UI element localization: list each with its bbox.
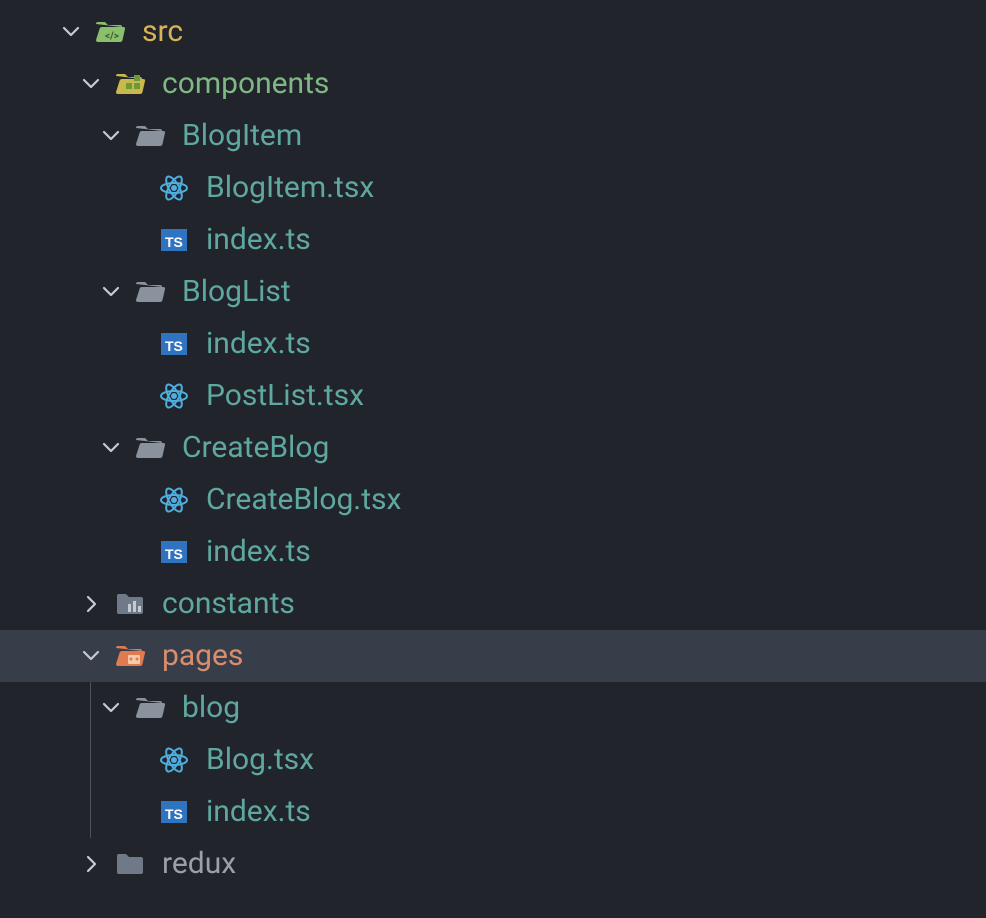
- tree-item-bloglist[interactable]: BlogList: [0, 266, 986, 318]
- tree-label: PostList.tsx: [206, 381, 364, 411]
- tree-item-redux[interactable]: redux: [0, 838, 986, 890]
- tree-item-blogitem[interactable]: BlogItem: [0, 110, 986, 162]
- tree-item-components[interactable]: components: [0, 58, 986, 110]
- tree-item-index-ts[interactable]: index.ts: [0, 318, 986, 370]
- folder-redux-icon: [114, 848, 146, 880]
- tree-item-constants[interactable]: constants: [0, 578, 986, 630]
- tree-item-postlist-tsx[interactable]: PostList.tsx: [0, 370, 986, 422]
- tree-label: CreateBlog: [182, 433, 329, 463]
- tree-label: index.ts: [206, 329, 311, 359]
- tree-item-index-ts[interactable]: index.ts: [0, 526, 986, 578]
- tree-label: index.ts: [206, 797, 311, 827]
- chevron-right-icon: [80, 593, 102, 615]
- tree-item-index-ts[interactable]: index.ts: [0, 214, 986, 266]
- chevron-down-icon: [100, 437, 122, 459]
- tree-item-blog-tsx[interactable]: Blog.tsx: [0, 734, 986, 786]
- react-icon: [158, 484, 190, 516]
- react-icon: [158, 380, 190, 412]
- react-icon: [158, 744, 190, 776]
- tree-item-index-ts[interactable]: index.ts: [0, 786, 986, 838]
- chevron-right-icon: [80, 853, 102, 875]
- chevron-down-icon: [100, 281, 122, 303]
- svg-text:</>: </>: [105, 31, 119, 42]
- folder-open-icon: [134, 276, 166, 308]
- react-icon: [158, 172, 190, 204]
- tree-label: pages: [162, 641, 243, 671]
- ts-icon: [158, 536, 190, 568]
- folder-open-icon: [134, 120, 166, 152]
- ts-icon: [158, 796, 190, 828]
- folder-constants-icon: [114, 588, 146, 620]
- ts-icon: [158, 328, 190, 360]
- tree-item-createblog[interactable]: CreateBlog: [0, 422, 986, 474]
- tree-item-blogitem-tsx[interactable]: BlogItem.tsx: [0, 162, 986, 214]
- ts-icon: [158, 224, 190, 256]
- folder-pages-icon: [114, 640, 146, 672]
- tree-label: redux: [162, 849, 236, 879]
- tree-item-createblog-tsx[interactable]: CreateBlog.tsx: [0, 474, 986, 526]
- tree-label: BlogList: [182, 277, 291, 307]
- tree-item-pages[interactable]: pages: [0, 630, 986, 682]
- chevron-down-icon: [100, 697, 122, 719]
- chevron-down-icon: [80, 645, 102, 667]
- chevron-down-icon: [60, 21, 82, 43]
- chevron-down-icon: [80, 73, 102, 95]
- folder-open-icon: [134, 692, 166, 724]
- tree-label: constants: [162, 589, 295, 619]
- tree-label: index.ts: [206, 537, 311, 567]
- tree-label: CreateBlog.tsx: [206, 485, 401, 515]
- folder-src-icon: </>: [94, 16, 126, 48]
- folder-components-icon: [114, 68, 146, 100]
- tree-label: BlogItem: [182, 121, 302, 151]
- tree-label: index.ts: [206, 225, 311, 255]
- tree-label: BlogItem.tsx: [206, 173, 374, 203]
- tree-item-blog[interactable]: blog: [0, 682, 986, 734]
- tree-label: Blog.tsx: [206, 745, 314, 775]
- tree-label: components: [162, 69, 329, 99]
- folder-open-icon: [134, 432, 166, 464]
- chevron-down-icon: [100, 125, 122, 147]
- tree-label: blog: [182, 693, 240, 723]
- tree-item-src[interactable]: </> src: [0, 6, 986, 58]
- tree-label: src: [142, 17, 183, 47]
